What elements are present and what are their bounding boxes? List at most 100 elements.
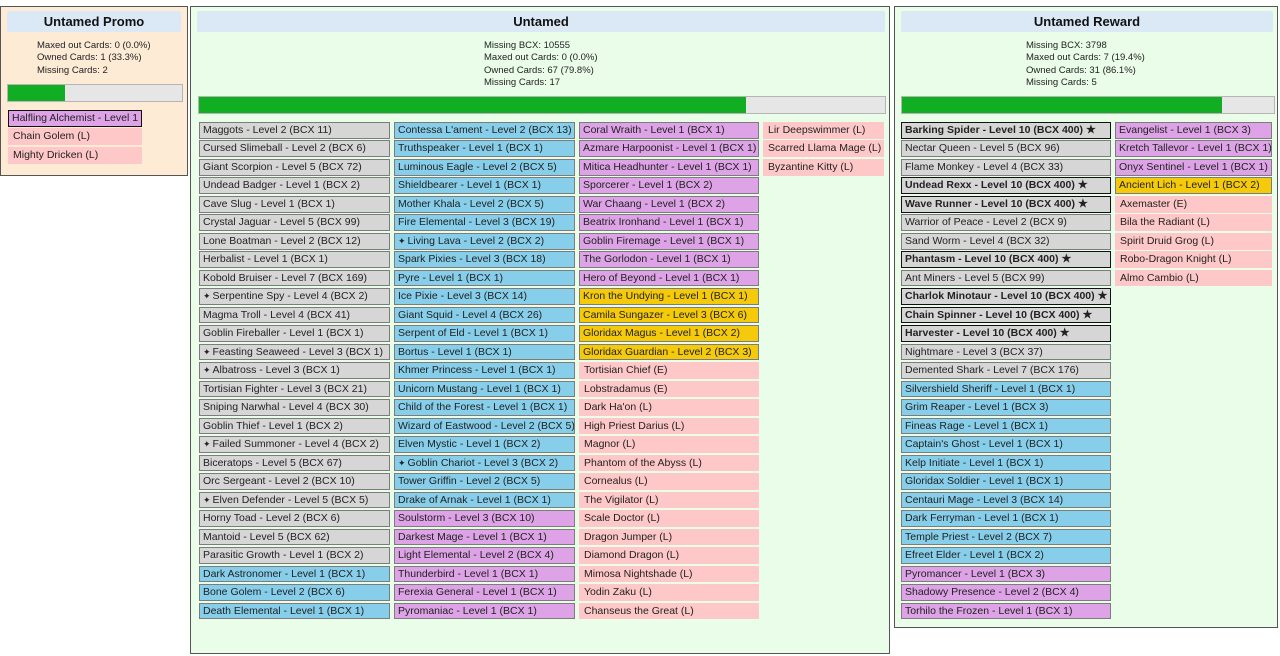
card-owned[interactable]: Spark Pixies - Level 3 (BCX 18) bbox=[394, 251, 575, 268]
card-owned[interactable]: Serpent of Eld - Level 1 (BCX 1) bbox=[394, 325, 575, 342]
card-maxed[interactable]: Wave Runner - Level 10 (BCX 400) ★ bbox=[901, 195, 1111, 213]
card-missing[interactable]: Yodin Zaku (L) bbox=[579, 584, 759, 601]
card-owned[interactable]: Lone Boatman - Level 2 (BCX 12) bbox=[199, 232, 390, 250]
card-missing[interactable]: Cornealus (L) bbox=[579, 473, 759, 490]
card-owned[interactable]: Goblin Firemage - Level 1 (BCX 1) bbox=[579, 232, 759, 250]
card-owned[interactable]: Cave Slug - Level 1 (BCX 1) bbox=[199, 195, 390, 213]
card-owned[interactable]: Thunderbird - Level 1 (BCX 1) bbox=[394, 565, 575, 583]
card-owned[interactable]: The Gorlodon - Level 1 (BCX 1) bbox=[579, 251, 759, 268]
card-missing[interactable]: The Vigilator (L) bbox=[579, 491, 759, 509]
card-owned[interactable]: Contessa L'ament - Level 2 (BCX 13) bbox=[394, 122, 575, 139]
card-owned[interactable]: Azmare Harpoonist - Level 1 (BCX 1) bbox=[579, 140, 759, 158]
card-owned[interactable]: ✦ Goblin Chariot - Level 3 (BCX 2) bbox=[394, 454, 575, 472]
card-owned[interactable]: Cursed Slimeball - Level 2 (BCX 6) bbox=[199, 140, 390, 158]
card-owned[interactable]: ✦ Albatross - Level 3 (BCX 1) bbox=[199, 362, 390, 379]
card-owned[interactable]: Silvershield Sheriff - Level 1 (BCX 1) bbox=[901, 380, 1111, 398]
card-missing[interactable]: Dark Ha'on (L) bbox=[579, 399, 759, 416]
card-missing[interactable]: Almo Cambio (L) bbox=[1115, 269, 1272, 287]
card-missing[interactable]: Magnor (L) bbox=[579, 436, 759, 453]
card-owned[interactable]: Coral Wraith - Level 1 (BCX 1) bbox=[579, 122, 759, 139]
card-missing[interactable]: Scarred Llama Mage (L) bbox=[763, 140, 884, 158]
card-owned[interactable]: War Chaang - Level 1 (BCX 2) bbox=[579, 195, 759, 213]
card-missing[interactable]: Robo-Dragon Knight (L) bbox=[1115, 251, 1272, 268]
card-owned[interactable]: Nightmare - Level 3 (BCX 37) bbox=[901, 343, 1111, 361]
card-owned[interactable]: Mantoid - Level 5 (BCX 62) bbox=[199, 528, 390, 546]
card-owned[interactable]: Evangelist - Level 1 (BCX 3) bbox=[1115, 122, 1272, 139]
card-maxed[interactable]: Undead Rexx - Level 10 (BCX 400) ★ bbox=[901, 177, 1111, 195]
card-owned[interactable]: Hero of Beyond - Level 1 (BCX 1) bbox=[579, 269, 759, 287]
card-owned[interactable]: Truthspeaker - Level 1 (BCX 1) bbox=[394, 140, 575, 158]
card-missing[interactable]: Lobstradamus (E) bbox=[579, 380, 759, 398]
card-missing[interactable]: Phantom of the Abyss (L) bbox=[579, 454, 759, 472]
card-owned[interactable]: Elven Mystic - Level 1 (BCX 2) bbox=[394, 436, 575, 453]
card-owned[interactable]: Pyre - Level 1 (BCX 1) bbox=[394, 269, 575, 287]
card-owned[interactable]: Crystal Jaguar - Level 5 (BCX 99) bbox=[199, 214, 390, 232]
card-missing[interactable]: Axemaster (E) bbox=[1115, 195, 1272, 213]
card-owned[interactable]: Shieldbearer - Level 1 (BCX 1) bbox=[394, 177, 575, 195]
card-owned[interactable]: Gloridax Guardian - Level 2 (BCX 3) bbox=[579, 343, 759, 361]
card-owned[interactable]: Dark Astronomer - Level 1 (BCX 1) bbox=[199, 565, 390, 583]
card-owned[interactable]: Tortisian Fighter - Level 3 (BCX 21) bbox=[199, 380, 390, 398]
card-owned[interactable]: Goblin Fireballer - Level 1 (BCX 1) bbox=[199, 325, 390, 342]
card-owned[interactable]: Giant Squid - Level 4 (BCX 26) bbox=[394, 306, 575, 324]
card-maxed[interactable]: Halfling Alchemist - Level 1 bbox=[8, 110, 142, 127]
card-missing[interactable]: Lir Deepswimmer (L) bbox=[763, 122, 884, 139]
card-owned[interactable]: Khmer Princess - Level 1 (BCX 1) bbox=[394, 362, 575, 379]
card-owned[interactable]: Fineas Rage - Level 1 (BCX 1) bbox=[901, 417, 1111, 435]
card-owned[interactable]: Mother Khala - Level 2 (BCX 5) bbox=[394, 195, 575, 213]
card-owned[interactable]: Centauri Mage - Level 3 (BCX 14) bbox=[901, 491, 1111, 509]
card-owned[interactable]: Nectar Queen - Level 5 (BCX 96) bbox=[901, 140, 1111, 158]
card-owned[interactable]: Maggots - Level 2 (BCX 11) bbox=[199, 122, 390, 139]
card-missing[interactable]: Diamond Dragon (L) bbox=[579, 547, 759, 564]
card-owned[interactable]: Warrior of Peace - Level 2 (BCX 9) bbox=[901, 214, 1111, 232]
card-owned[interactable]: Drake of Arnak - Level 1 (BCX 1) bbox=[394, 491, 575, 509]
card-owned[interactable]: ✦ Serpentine Spy - Level 4 (BCX 2) bbox=[199, 288, 390, 305]
card-owned[interactable]: Orc Sergeant - Level 2 (BCX 10) bbox=[199, 473, 390, 490]
card-owned[interactable]: Death Elemental - Level 1 (BCX 1) bbox=[199, 602, 390, 620]
card-owned[interactable]: Temple Priest - Level 2 (BCX 7) bbox=[901, 528, 1111, 546]
card-owned[interactable]: Magma Troll - Level 4 (BCX 41) bbox=[199, 306, 390, 324]
card-owned[interactable]: Flame Monkey - Level 4 (BCX 33) bbox=[901, 158, 1111, 176]
card-missing[interactable]: Bila the Radiant (L) bbox=[1115, 214, 1272, 232]
card-owned[interactable]: Grim Reaper - Level 1 (BCX 3) bbox=[901, 399, 1111, 416]
card-owned[interactable]: Kron the Undying - Level 1 (BCX 1) bbox=[579, 288, 759, 305]
card-missing[interactable]: Scale Doctor (L) bbox=[579, 510, 759, 527]
card-missing[interactable]: Chain Golem (L) bbox=[8, 128, 142, 146]
card-owned[interactable]: Fire Elemental - Level 3 (BCX 19) bbox=[394, 214, 575, 232]
card-maxed[interactable]: Charlok Minotaur - Level 10 (BCX 400) ★ bbox=[901, 288, 1111, 305]
card-owned[interactable]: Horny Toad - Level 2 (BCX 6) bbox=[199, 510, 390, 527]
card-owned[interactable]: Kobold Bruiser - Level 7 (BCX 169) bbox=[199, 269, 390, 287]
card-owned[interactable]: Sniping Narwhal - Level 4 (BCX 30) bbox=[199, 399, 390, 416]
card-missing[interactable]: Tortisian Chief (E) bbox=[579, 362, 759, 379]
card-owned[interactable]: Darkest Mage - Level 1 (BCX 1) bbox=[394, 528, 575, 546]
card-owned[interactable]: Pyromaniac - Level 1 (BCX 1) bbox=[394, 602, 575, 620]
card-owned[interactable]: Pyromancer - Level 1 (BCX 3) bbox=[901, 565, 1111, 583]
card-owned[interactable]: Dark Ferryman - Level 1 (BCX 1) bbox=[901, 510, 1111, 527]
card-owned[interactable]: Gloridax Magus - Level 1 (BCX 2) bbox=[579, 325, 759, 342]
card-missing[interactable]: Byzantine Kitty (L) bbox=[763, 158, 884, 176]
card-owned[interactable]: Tower Griffin - Level 2 (BCX 5) bbox=[394, 473, 575, 490]
card-missing[interactable]: Dragon Jumper (L) bbox=[579, 528, 759, 546]
card-owned[interactable]: Beatrix Ironhand - Level 1 (BCX 1) bbox=[579, 214, 759, 232]
card-owned[interactable]: Biceratops - Level 5 (BCX 67) bbox=[199, 454, 390, 472]
card-maxed[interactable]: Chain Spinner - Level 10 (BCX 400) ★ bbox=[901, 306, 1111, 324]
card-missing[interactable]: Spirit Druid Grog (L) bbox=[1115, 232, 1272, 250]
card-owned[interactable]: ✦ Elven Defender - Level 5 (BCX 5) bbox=[199, 491, 390, 509]
card-maxed[interactable]: Phantasm - Level 10 (BCX 400) ★ bbox=[901, 251, 1111, 268]
card-owned[interactable]: Ancient Lich - Level 1 (BCX 2) bbox=[1115, 177, 1272, 195]
card-owned[interactable]: Ice Pixie - Level 3 (BCX 14) bbox=[394, 288, 575, 305]
card-maxed[interactable]: Harvester - Level 10 (BCX 400) ★ bbox=[901, 325, 1111, 342]
card-owned[interactable]: Captain's Ghost - Level 1 (BCX 1) bbox=[901, 436, 1111, 453]
card-owned[interactable]: Giant Scorpion - Level 5 (BCX 72) bbox=[199, 158, 390, 176]
card-owned[interactable]: Bortus - Level 1 (BCX 1) bbox=[394, 343, 575, 361]
card-maxed[interactable]: Barking Spider - Level 10 (BCX 400) ★ bbox=[901, 122, 1111, 139]
card-missing[interactable]: High Priest Darius (L) bbox=[579, 417, 759, 435]
card-missing[interactable]: Mighty Dricken (L) bbox=[8, 146, 142, 164]
card-owned[interactable]: Camila Sungazer - Level 3 (BCX 6) bbox=[579, 306, 759, 324]
card-owned[interactable]: Unicorn Mustang - Level 1 (BCX 1) bbox=[394, 380, 575, 398]
card-owned[interactable]: Ferexia General - Level 1 (BCX 1) bbox=[394, 584, 575, 601]
card-owned[interactable]: Herbalist - Level 1 (BCX 1) bbox=[199, 251, 390, 268]
card-owned[interactable]: Undead Badger - Level 1 (BCX 2) bbox=[199, 177, 390, 195]
card-owned[interactable]: Wizard of Eastwood - Level 2 (BCX 5) bbox=[394, 417, 575, 435]
card-owned[interactable]: Parasitic Growth - Level 1 (BCX 2) bbox=[199, 547, 390, 564]
